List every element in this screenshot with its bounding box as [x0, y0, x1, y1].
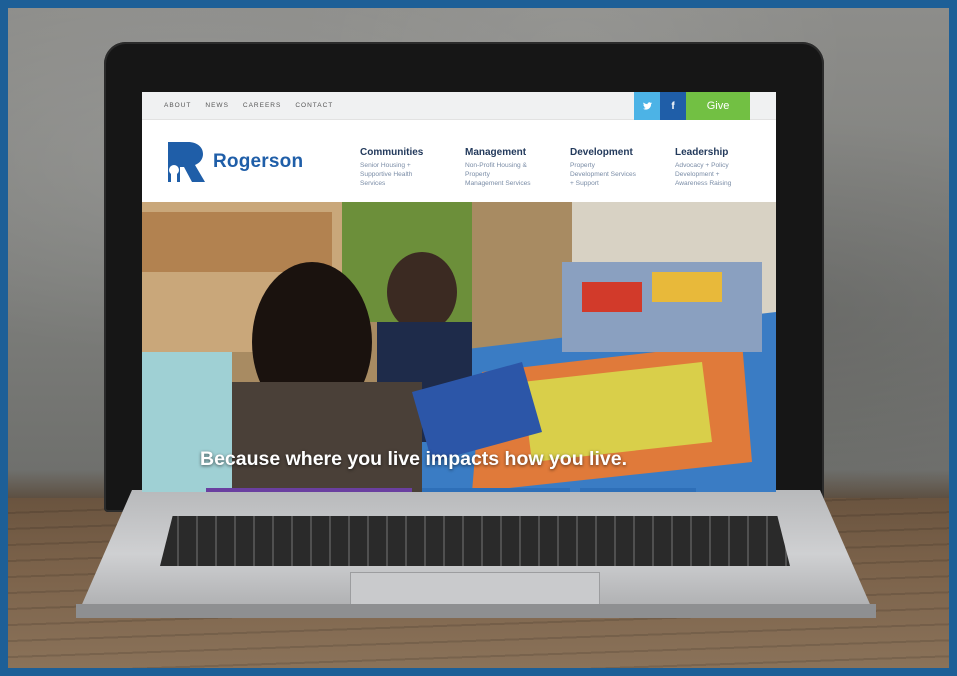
- laptop-keyboard: [160, 516, 790, 566]
- laptop-base-edge: [76, 604, 876, 618]
- nav-subtitle: Development Services: [570, 171, 636, 178]
- nav-title[interactable]: Communities: [360, 147, 456, 158]
- brand-name[interactable]: Rogerson: [213, 151, 303, 173]
- nav-title[interactable]: Management: [465, 147, 561, 158]
- laptop-screen: ABOUT NEWS CAREERS CONTACT f Give Rogers…: [142, 92, 776, 492]
- nav-subtitle: Advocacy + Policy: [675, 162, 729, 169]
- nav-communities[interactable]: Communities Senior Housing + Supportive …: [360, 147, 456, 188]
- nav-link-careers[interactable]: CAREERS: [243, 102, 281, 109]
- utility-links: ABOUT NEWS CAREERS CONTACT: [164, 102, 333, 109]
- nav-subtitle: Non-Profit Housing &: [465, 162, 527, 169]
- hero-tab-bar[interactable]: [206, 488, 412, 492]
- rogerson-logo-icon[interactable]: [164, 140, 206, 184]
- nav-link-news[interactable]: NEWS: [205, 102, 229, 109]
- nav-subtitle: Senior Housing +: [360, 162, 411, 169]
- nav-subtitle: Supportive Health: [360, 171, 413, 178]
- nav-subtitle: Development +: [675, 171, 720, 178]
- nav-title[interactable]: Leadership: [675, 147, 771, 158]
- nav-subtitle: + Support: [570, 180, 599, 187]
- nav-link-about[interactable]: ABOUT: [164, 102, 191, 109]
- nav-link-contact[interactable]: CONTACT: [295, 102, 333, 109]
- twitter-icon: [642, 102, 652, 110]
- nav-subtitle: Property: [570, 162, 595, 169]
- site-header: Rogerson Communities Senior Housing + Su…: [142, 120, 776, 202]
- nav-subtitle: Awareness Raising: [675, 180, 732, 187]
- nav-subtitle: Management Services: [465, 180, 531, 187]
- nav-subtitle: Services: [360, 180, 386, 187]
- nav-subtitle: Property: [465, 171, 490, 178]
- give-button[interactable]: Give: [686, 92, 750, 120]
- utility-bar: ABOUT NEWS CAREERS CONTACT f Give: [142, 92, 776, 120]
- hero-caption: Because where you live impacts how you l…: [200, 448, 627, 470]
- facebook-button[interactable]: f: [660, 92, 686, 120]
- nav-development[interactable]: Development Property Development Service…: [570, 147, 666, 188]
- hero-tab-bar[interactable]: [580, 488, 696, 492]
- twitter-button[interactable]: [634, 92, 660, 120]
- nav-management[interactable]: Management Non-Profit Housing & Property…: [465, 147, 561, 188]
- hero-image: Because where you live impacts how you l…: [142, 202, 776, 492]
- hero-tab-bar[interactable]: [422, 488, 570, 492]
- nav-leadership[interactable]: Leadership Advocacy + Policy Development…: [675, 147, 771, 188]
- nav-title[interactable]: Development: [570, 147, 666, 158]
